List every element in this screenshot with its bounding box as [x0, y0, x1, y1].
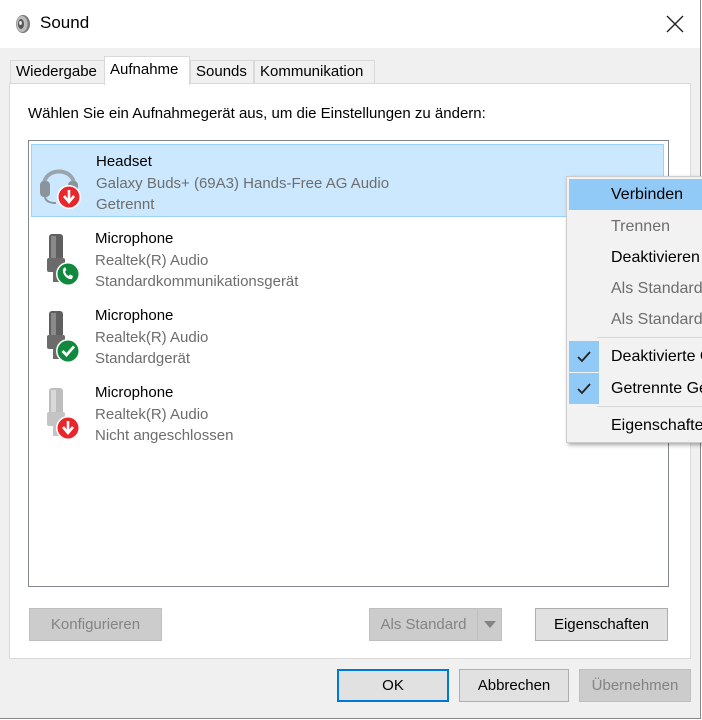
menu-item-label: Deaktivierte Geräte anzeigen: [611, 348, 702, 365]
device-driver: Realtek(R) Audio: [95, 252, 209, 269]
menu-item-als-standardgeraet[interactable]: Als Standardgerät: [569, 273, 702, 304]
menu-item-show-disabled[interactable]: Deaktivierte Geräte anzeigen: [569, 341, 702, 372]
device-driver: Realtek(R) Audio: [95, 329, 209, 346]
apply-button[interactable]: Übernehmen: [579, 669, 691, 702]
device-status: Nicht angeschlossen: [95, 427, 234, 444]
menu-item-eigenschaften[interactable]: Eigenschaften: [569, 410, 702, 441]
tab-sounds[interactable]: Sounds: [190, 60, 254, 83]
headset-icon: [40, 169, 81, 209]
menu-item-trennen[interactable]: Trennen: [569, 211, 702, 242]
device-status: Getrennt: [96, 196, 155, 213]
close-icon: [666, 15, 684, 33]
close-button[interactable]: [655, 6, 695, 42]
speaker-icon: [16, 15, 30, 33]
title-bar: Sound: [0, 0, 700, 48]
microphone-icon: [47, 234, 80, 286]
menu-separator: [597, 406, 702, 407]
device-name: Microphone: [95, 384, 174, 401]
cancel-button[interactable]: Abbrechen: [459, 669, 569, 702]
chevron-down-icon: [483, 620, 496, 628]
ok-button[interactable]: OK: [337, 669, 449, 702]
instruction-text: Wählen Sie ein Aufnahmegerät aus, um die…: [28, 105, 486, 122]
sound-dialog: Sound Wiedergabe Aufnahme Sounds Kommuni…: [0, 0, 702, 719]
menu-item-deaktivieren[interactable]: Deaktivieren: [569, 242, 702, 273]
menu-item-show-disconnected[interactable]: Getrennte Geräte anzeigen: [569, 373, 702, 404]
configure-button[interactable]: Konfigurieren: [29, 608, 162, 641]
device-driver: Galaxy Buds+ (69A3) Hands-Free AG Audio: [96, 175, 390, 192]
set-default-dropdown[interactable]: [477, 608, 502, 641]
device-name: Microphone: [95, 230, 174, 247]
device-name: Microphone: [95, 307, 174, 324]
properties-button[interactable]: Eigenschaften: [535, 608, 668, 641]
microphone-icon: [47, 311, 80, 363]
context-menu: Verbinden Trennen Deaktivieren Als Stand…: [566, 176, 702, 443]
menu-item-als-standardkommunikationsgeraet[interactable]: Als Standardkommunikationsgerät: [569, 304, 702, 335]
set-default-button[interactable]: Als Standard: [369, 608, 478, 641]
tab-aufnahme[interactable]: Aufnahme: [104, 56, 190, 85]
menu-item-label: Getrennte Geräte anzeigen: [611, 380, 702, 397]
checkmark-icon: [569, 341, 599, 372]
tab-kommunikation[interactable]: Kommunikation: [254, 60, 375, 83]
device-status: Standardgerät: [95, 350, 191, 367]
tab-wiedergabe[interactable]: Wiedergabe: [10, 60, 105, 83]
checkmark-icon: [569, 373, 599, 404]
device-name: Headset: [96, 153, 152, 170]
menu-item-verbinden[interactable]: Verbinden: [569, 179, 702, 210]
menu-separator: [597, 337, 702, 338]
window-title: Sound: [40, 13, 90, 32]
device-status: Standardkommunikationsgerät: [95, 273, 299, 290]
microphone-icon: [47, 388, 80, 440]
device-driver: Realtek(R) Audio: [95, 406, 209, 423]
